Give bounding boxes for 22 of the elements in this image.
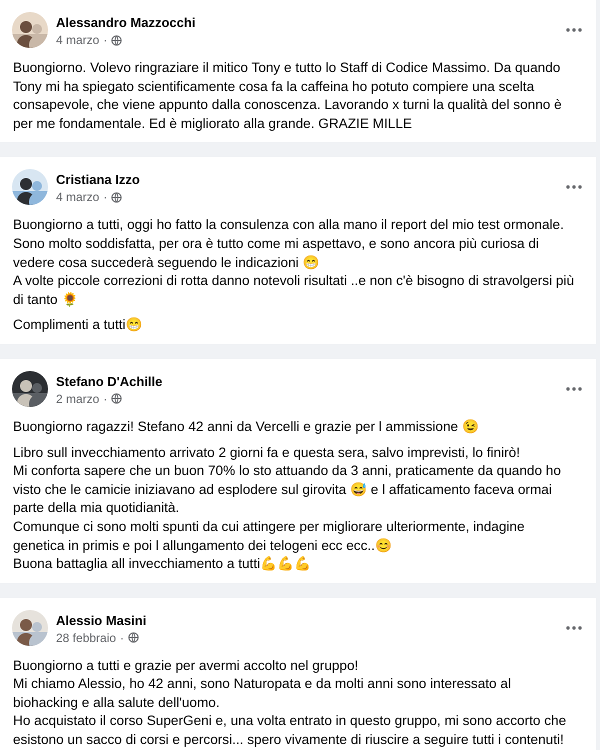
post-date[interactable]: 4 marzo (56, 190, 100, 204)
post-text: Buongiorno a tutti, oggi ho fatto la consulenza con alla mano il report del mio test ormonale. Sono molto soddisfatta, per ora è tutto come mi aspettavo, e sono ancora più curiosa di vedere cosa succederà seguendo le indicazioni 😁 A volte piccole correzioni di rotta danno notevoli risultati ..e non c'è bisogno di stravolgersi più di tanto 🌻 (13, 216, 576, 309)
post-date[interactable]: 28 febbraio (56, 630, 116, 645)
post-date[interactable]: 4 marzo (56, 33, 100, 47)
globe-icon (111, 34, 122, 46)
separator-dot: · (103, 33, 108, 47)
author-name[interactable]: Stefano D'Achille (56, 374, 556, 389)
separator-dot: · (103, 190, 108, 204)
author-name[interactable]: Alessio Masini (56, 612, 556, 628)
globe-icon (128, 632, 140, 644)
globe-icon (111, 393, 122, 404)
post-text: Complimenti a tutti😁 (13, 316, 144, 334)
author-name[interactable]: Cristiana Izzo (56, 172, 556, 188)
globe-icon (111, 192, 122, 203)
author-name[interactable]: Alessandro Mazzocchi (56, 15, 556, 30)
post-text: Buongiorno ragazzi! Stefano 42 anni da Vercelli e grazie per l ammissione 😉 (13, 418, 480, 436)
post-text: Buongiorno. Volevo ringraziare il mitico Tony e tutto lo Staff di Codice Massimo. Da quando Tony mi ha spiegato scientificamente cosa fa la caffeina ho potuto compiere una scelta consapevole, che viene appunto dalla conoscenza. Lavorando x turni la qualità del sonno è per me fondamentale. Ed è migliorato alla grande. GRAZIE MILLE (13, 59, 563, 133)
post-date[interactable]: 2 marzo (56, 392, 100, 406)
separator-dot: · (103, 392, 108, 406)
separator-dot: · (120, 630, 124, 645)
post-text: Libro sull invecchiamento arrivato 2 giorni fa e questa sera, salvo imprevisti, lo finirò! Mi conforta sapere che un buon 70% lo sto attuando da 3 anni, praticamente da quando ho visto che le camicie iniziavano ad esplodere sul girovita 😅 e l affaticamento faceva ormai parte della mia quotidianità. Comunque ci sono molti spunti da cui attingere per migliorare ulteriormente, indagine genetica in primis e poi l allungamento dei telogeni ecc ecc..😊 Buona battaglia all invecchiamento a tutti💪💪💪 (13, 444, 562, 574)
post-text: Buongiorno a tutti e grazie per avermi accolto nel gruppo! Mi chiamo Alessio, ho 42 anni, sono Naturopata e da molti anni sono interessato al biohacking e alla salute dell'uomo. Ho acquistato il corso SuperGeni e, una volta entrato in questo gruppo, mi sono accorto che esistono un sacco di corsi e percorsi... spero vivamente di riuscire a seguire tutti i contenuti! (13, 656, 568, 750)
